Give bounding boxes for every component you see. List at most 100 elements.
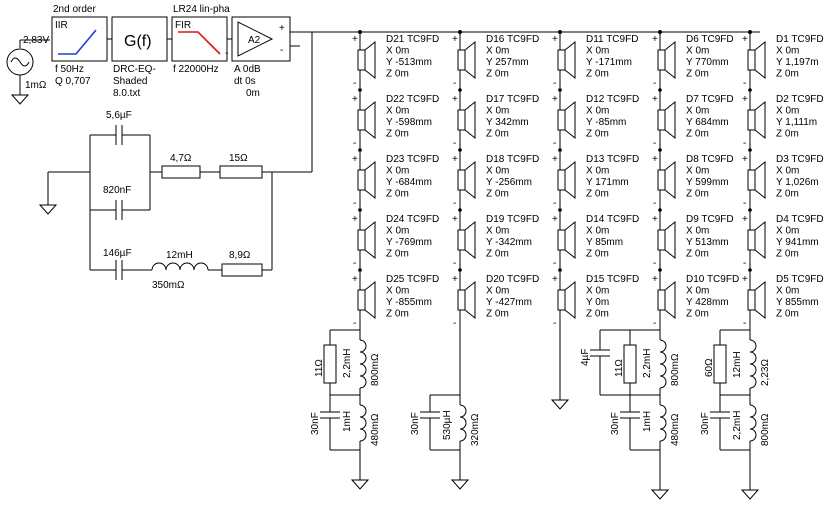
- driver-z: Z 0m: [586, 249, 609, 260]
- col5-r: 60Ω: [704, 358, 715, 377]
- driver-plus-label: +: [452, 94, 458, 105]
- driver-13[interactable]: +-: [552, 154, 576, 209]
- driver-minus-label: -: [453, 138, 456, 149]
- column-network-1: [320, 320, 370, 490]
- fir-tag: FIR: [175, 20, 191, 31]
- driver-minus-label: -: [653, 78, 656, 89]
- inductor-col2[interactable]: [459, 404, 467, 442]
- driver-name: D12 TC9FD: [586, 94, 639, 105]
- resistor-15[interactable]: [219, 165, 263, 179]
- inductor-col5-upper[interactable]: [749, 339, 757, 389]
- driver-6[interactable]: +-: [452, 34, 476, 89]
- driver-22[interactable]: +-: [742, 94, 766, 149]
- driver-z: Z 0m: [386, 249, 409, 260]
- driver-17[interactable]: +-: [652, 94, 676, 149]
- driver-z: Z 0m: [686, 69, 709, 80]
- driver-minus-label: -: [353, 138, 356, 149]
- driver-21[interactable]: +-: [742, 34, 766, 89]
- inductor-col1-upper[interactable]: [359, 339, 367, 389]
- inductor-col4-upper[interactable]: [659, 339, 667, 389]
- resistor-8-9[interactable]: [221, 263, 263, 277]
- driver-16[interactable]: +-: [652, 34, 676, 89]
- driver-x: X 0m: [686, 106, 709, 117]
- driver-z: Z 0m: [486, 309, 509, 320]
- driver-y: Y -85mm: [586, 117, 626, 128]
- driver-10[interactable]: +-: [452, 274, 476, 329]
- driver-y: Y -256mm: [486, 177, 532, 188]
- driver-z: Z 0m: [686, 129, 709, 140]
- inductor-col5-lower[interactable]: [749, 404, 757, 442]
- inductor-12mh[interactable]: [151, 262, 209, 271]
- gf-symbol: G(f): [124, 33, 152, 50]
- driver-array: +-D21 TC9FDX 0mY -513mmZ 0m+-D22 TC9FDX …: [352, 30, 824, 329]
- driver-y: Y 428mm: [686, 297, 729, 308]
- column-network-2: [420, 320, 470, 490]
- col5-c: 30nF: [700, 412, 711, 435]
- res-8-9-label: 8,9Ω: [229, 250, 251, 261]
- resistor-11-col4[interactable]: [623, 344, 637, 384]
- fir-header: LR24 lin-pha: [173, 4, 230, 15]
- driver-20[interactable]: +-: [652, 274, 676, 329]
- resistor-4-7[interactable]: [161, 165, 201, 179]
- driver-14[interactable]: +-: [552, 214, 576, 269]
- driver-1[interactable]: +-: [352, 34, 376, 89]
- column-network-5: [710, 320, 760, 500]
- driver-24[interactable]: +-: [742, 214, 766, 269]
- driver-minus-label: -: [553, 138, 556, 149]
- driver-name: D6 TC9FD: [686, 34, 734, 45]
- resistor-60[interactable]: [713, 344, 727, 384]
- driver-y: Y -598mm: [386, 117, 432, 128]
- driver-x: X 0m: [776, 166, 799, 177]
- driver-y: Y 1,197m: [776, 57, 819, 68]
- driver-plus-label: +: [352, 94, 358, 105]
- inductor-col1-lower[interactable]: [359, 404, 367, 442]
- driver-plus-label: +: [652, 154, 658, 165]
- driver-18[interactable]: +-: [652, 154, 676, 209]
- driver-plus-label: +: [452, 154, 458, 165]
- driver-11[interactable]: +-: [552, 34, 576, 89]
- driver-15[interactable]: +-: [552, 274, 576, 329]
- driver-name: D3 TC9FD: [776, 154, 824, 165]
- driver-23[interactable]: +-: [742, 154, 766, 209]
- driver-name: D18 TC9FD: [486, 154, 539, 165]
- driver-y: Y 85mm: [586, 237, 623, 248]
- driver-name: D5 TC9FD: [776, 274, 824, 285]
- driver-z: Z 0m: [486, 189, 509, 200]
- col2-c: 30nF: [410, 412, 421, 435]
- driver-plus-label: +: [552, 94, 558, 105]
- driver-minus-label: -: [453, 318, 456, 329]
- driver-8[interactable]: +-: [452, 154, 476, 209]
- driver-plus-label: +: [552, 214, 558, 225]
- driver-z: Z 0m: [586, 189, 609, 200]
- driver-name: D25 TC9FD: [386, 274, 439, 285]
- driver-x: X 0m: [386, 166, 409, 177]
- voltage-source[interactable]: [6, 39, 50, 105]
- driver-z: Z 0m: [586, 309, 609, 320]
- driver-plus-label: +: [552, 34, 558, 45]
- driver-4[interactable]: +-: [352, 214, 376, 269]
- driver-name: D8 TC9FD: [686, 154, 734, 165]
- driver-y: Y 684mm: [686, 117, 729, 128]
- driver-minus-label: -: [743, 198, 746, 209]
- inductor-col4-lower[interactable]: [659, 404, 667, 442]
- driver-plus-label: +: [352, 154, 358, 165]
- driver-19[interactable]: +-: [652, 214, 676, 269]
- iir-header: 2nd order: [53, 4, 96, 15]
- iir-freq: f 50Hz: [55, 64, 84, 75]
- driver-z: Z 0m: [776, 249, 799, 260]
- driver-3[interactable]: +-: [352, 154, 376, 209]
- driver-2[interactable]: +-: [352, 94, 376, 149]
- resistor-11-col1[interactable]: [323, 344, 337, 384]
- driver-9[interactable]: +-: [452, 214, 476, 269]
- driver-z: Z 0m: [386, 309, 409, 320]
- driver-x: X 0m: [386, 226, 409, 237]
- driver-x: X 0m: [486, 106, 509, 117]
- driver-5[interactable]: +-: [352, 274, 376, 329]
- column-network-4: [590, 320, 670, 500]
- driver-25[interactable]: +-: [742, 274, 766, 329]
- driver-minus-label: -: [553, 318, 556, 329]
- driver-7[interactable]: +-: [452, 94, 476, 149]
- driver-minus-label: -: [353, 198, 356, 209]
- driver-z: Z 0m: [776, 189, 799, 200]
- driver-12[interactable]: +-: [552, 94, 576, 149]
